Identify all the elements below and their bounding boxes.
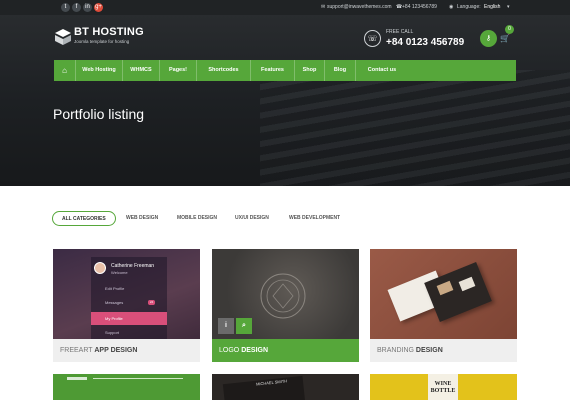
topbar-phone: +84 123456789 (402, 4, 437, 10)
linkedin-icon[interactable]: in (83, 3, 92, 12)
brand-name[interactable]: BT HOSTING (74, 26, 144, 38)
phone-call-icon: ☏ (364, 30, 381, 47)
app-mock-menu-item: Edit Profile (91, 282, 167, 295)
card-caption-bold: DESIGN (415, 347, 443, 354)
portfolio-card[interactable]: i ⌕ LOGO DESIGN (212, 249, 359, 362)
language-label: Language: (457, 4, 481, 10)
card-caption-light: LOGO (219, 347, 240, 354)
card-image-branding[interactable] (370, 249, 517, 339)
nav-item-shortcodes[interactable]: Shortcodes (197, 60, 251, 81)
app-mock-user-name: Catherine Freeman (111, 263, 155, 269)
chevron-down-icon[interactable]: ▾ (507, 4, 510, 10)
card-image-logo[interactable]: i ⌕ (212, 249, 359, 339)
home-icon[interactable]: ⌂ (54, 60, 76, 81)
bottle-text: BOTTLE (430, 388, 456, 394)
card-caption[interactable]: FREEART APP DESIGN (53, 339, 200, 362)
logo-icon[interactable] (54, 28, 72, 46)
filter-all-categories[interactable]: ALL CATEGORIES (52, 211, 116, 226)
avatar (94, 262, 106, 274)
card-caption-bold: APP DESIGN (94, 347, 138, 354)
app-mock-menu-label: Edit Profile (105, 286, 125, 291)
portfolio-card-partial[interactable]: WINE BOTTLE (370, 374, 517, 400)
portfolio-card[interactable]: Catherine Freeman Welcome Edit Profile M… (53, 249, 200, 362)
language-select[interactable]: English (484, 4, 500, 10)
card-caption[interactable]: BRANDING DESIGN (370, 339, 517, 362)
app-mock-menu-item-active: My Profile (91, 312, 167, 325)
header-phone-number: +84 0123 456789 (386, 37, 465, 48)
app-mock-menu-item: Support (91, 326, 167, 339)
filter-ux-ui-design[interactable]: UX/UI DESIGN (235, 211, 269, 226)
card-image-app-mockup[interactable]: Catherine Freeman Welcome Edit Profile M… (53, 249, 200, 339)
facebook-icon[interactable]: f (72, 3, 81, 12)
twitter-icon[interactable]: t (61, 3, 70, 12)
app-mock-user-sub: Welcome (111, 270, 128, 275)
portfolio-card-partial[interactable] (53, 374, 200, 400)
google-plus-icon[interactable]: g+ (94, 3, 103, 12)
nav-item-web-hosting[interactable]: Web Hosting (76, 60, 123, 81)
info-icon[interactable]: i (218, 318, 234, 334)
brand-tagline: Joomla template for hosting (74, 39, 130, 44)
card-caption[interactable]: LOGO DESIGN (212, 339, 359, 362)
app-mock-menu-item: Messages 24 (91, 296, 167, 309)
website-header-mock (67, 377, 87, 380)
app-mock-menu-label: Support (105, 330, 120, 335)
nav-item-pages[interactable]: Pages! (160, 60, 197, 81)
nav-item-features[interactable]: Features (251, 60, 295, 81)
globe-icon: ◉ (449, 4, 454, 10)
portfolio-card[interactable]: BRANDING DESIGN (370, 249, 517, 362)
email-icon: ✉ (321, 4, 326, 10)
page-title: Portfolio listing (53, 106, 145, 122)
nav-item-contact[interactable]: Contact us (356, 60, 408, 81)
card-caption-light: FREEART (60, 347, 93, 354)
filter-mobile-design[interactable]: MOBILE DESIGN (177, 211, 217, 226)
card-caption-light: BRANDING (377, 347, 414, 354)
search-icon[interactable]: ⌕ (236, 318, 252, 334)
nav-item-shop[interactable]: Shop (295, 60, 325, 81)
free-call-label: FREE CALL (386, 29, 414, 35)
business-card-mock (222, 375, 306, 400)
nav-item-blog[interactable]: Blog (325, 60, 356, 81)
user-account-button[interactable]: ⚷ (480, 30, 497, 47)
cart-icon[interactable]: 🛒 (500, 34, 510, 43)
emblem-icon (260, 273, 306, 319)
cart-count-badge: 0 (505, 25, 514, 34)
filter-web-design[interactable]: WEB DESIGN (126, 211, 158, 226)
card-caption-bold: DESIGN (241, 347, 269, 354)
website-nav-mock (93, 378, 183, 379)
top-bar: t f in g+ ✉ support@inwavethemes.com ☎ +… (0, 0, 570, 15)
nav-item-whmcs[interactable]: WHMCS (123, 60, 160, 81)
app-mock-badge: 24 (148, 300, 155, 305)
app-mock-menu-label: My Profile (105, 316, 123, 321)
main-nav: ⌂ Web Hosting WHMCS Pages! Shortcodes Fe… (54, 60, 516, 81)
wine-bottle-label (428, 374, 458, 400)
app-mock-menu-label: Messages (105, 300, 124, 305)
hero-background-pattern (260, 70, 570, 186)
portfolio-card-partial[interactable]: MICHAEL SMITH (212, 374, 359, 400)
filter-web-development[interactable]: WEB DEVELOPMENT (289, 211, 340, 226)
support-email[interactable]: support@inwavethemes.com (327, 4, 392, 10)
wine-text: WINE (434, 381, 452, 387)
